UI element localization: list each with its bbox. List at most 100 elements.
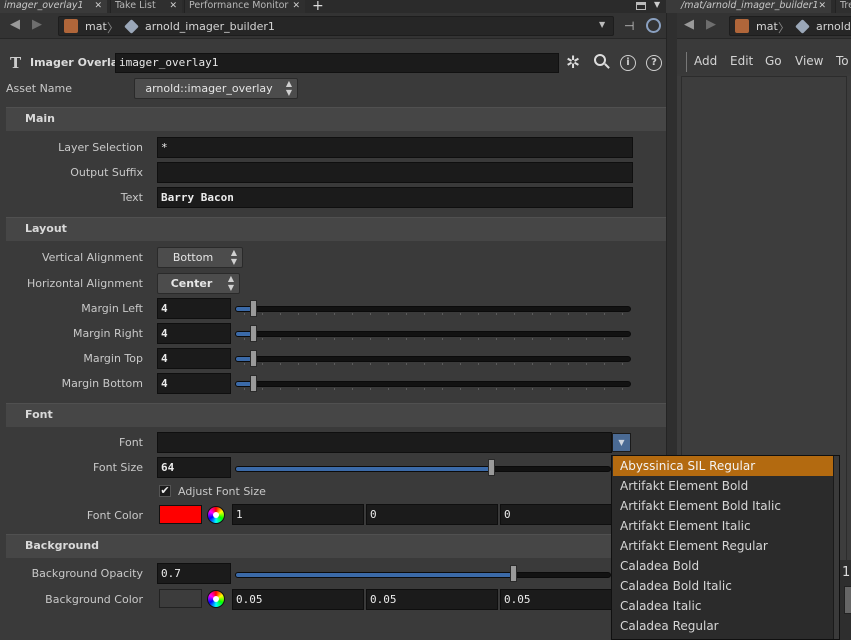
builder-node-icon <box>795 19 810 34</box>
slider-tick <box>352 388 353 390</box>
pin-icon[interactable]: ⊣ <box>624 19 634 33</box>
slider-tick <box>262 338 263 340</box>
slider-tick <box>604 338 605 340</box>
info-icon[interactable]: i <box>620 55 636 71</box>
margin-right-slider[interactable] <box>235 331 631 340</box>
color-wheel-icon[interactable] <box>207 590 225 608</box>
back-arrow-icon[interactable]: ◀ <box>8 18 22 32</box>
link-icon[interactable] <box>646 18 661 33</box>
background-opacity-slider[interactable] <box>235 572 611 578</box>
maximize-icon[interactable] <box>636 2 646 10</box>
font-option[interactable]: Artifakt Element Italic <box>613 516 833 536</box>
path-field[interactable]: mat 〉 arnold_imager_builder1 ▼ <box>58 16 614 36</box>
text-label: Text <box>120 191 143 204</box>
close-icon[interactable]: ✕ <box>292 0 300 12</box>
adjust-font-size-checkbox[interactable]: ✔ <box>159 485 171 497</box>
checkmark-icon: ✔ <box>160 484 170 497</box>
font-color-b-field[interactable]: 0 <box>500 504 612 525</box>
slider-tick <box>550 313 551 315</box>
font-option[interactable]: Artifakt Element Regular <box>613 536 833 556</box>
font-size-slider[interactable] <box>235 466 611 472</box>
margin-left-field[interactable]: 4 <box>157 298 231 319</box>
path-crumb-mat[interactable]: mat <box>756 19 778 35</box>
font-option[interactable]: Artifakt Element Bold Italic <box>613 496 833 516</box>
font-option[interactable]: Caladea Italic <box>613 596 833 616</box>
tab-take-list[interactable]: Take List ✕ <box>110 0 182 13</box>
tab-tree[interactable]: Tre <box>835 0 851 13</box>
menu-add[interactable]: Add <box>694 54 717 68</box>
horizontal-alignment-dropdown[interactable]: Center ▲ ▼ <box>157 273 240 294</box>
text-field[interactable]: Barry Bacon <box>157 187 633 208</box>
section-background-header[interactable]: Background <box>6 534 666 558</box>
margin-right-field[interactable]: 4 <box>157 323 231 344</box>
up-down-icon: ▲ ▼ <box>227 274 235 292</box>
background-color-r-field[interactable]: 0.05 <box>232 589 364 610</box>
font-color-swatch[interactable] <box>159 505 202 524</box>
margin-right-slider-handle[interactable] <box>250 325 257 342</box>
help-icon[interactable]: ? <box>646 55 662 71</box>
font-size-label: Font Size <box>92 461 143 474</box>
background-opacity-field[interactable]: 0.7 <box>157 563 231 584</box>
material-icon <box>735 19 749 33</box>
font-option[interactable]: Caladea Bold <box>613 556 833 576</box>
path-crumb-builder[interactable]: arnold <box>816 19 851 35</box>
gear-icon[interactable]: ✲ <box>566 53 580 73</box>
output-suffix-field[interactable] <box>157 162 633 183</box>
asset-name-dropdown[interactable]: arnold::imager_overlay ▲ ▼ <box>134 78 298 99</box>
forward-arrow-icon[interactable]: ▶ <box>704 18 718 32</box>
font-option[interactable]: Abyssinica SIL Regular <box>613 456 833 476</box>
close-icon[interactable]: ✕ <box>818 0 826 12</box>
slider-tick <box>406 388 407 390</box>
font-size-field[interactable]: 64 <box>157 457 231 478</box>
font-option[interactable]: Caladea Regular <box>613 616 833 636</box>
margin-bottom-slider-handle[interactable] <box>250 375 257 392</box>
section-font-header[interactable]: Font <box>6 403 666 427</box>
close-icon[interactable]: ✕ <box>94 0 102 12</box>
right-path-field[interactable]: mat 〉 arnold <box>729 16 851 36</box>
menu-go[interactable]: Go <box>765 54 782 68</box>
forward-arrow-icon[interactable]: ▶ <box>30 18 44 32</box>
tab-network-path[interactable]: /mat/arnold_imager_builder1 ✕ <box>677 0 831 13</box>
color-wheel-icon[interactable] <box>207 506 225 524</box>
add-tab-icon[interactable]: + <box>312 0 324 14</box>
path-separator: 〉 <box>107 21 120 35</box>
tab-performance-monitor[interactable]: Performance Monitor ✕ <box>184 0 305 13</box>
background-opacity-slider-handle[interactable] <box>510 565 517 582</box>
background-color-swatch[interactable] <box>159 589 202 608</box>
menu-tools[interactable]: To <box>836 54 849 68</box>
slider-tick <box>568 388 569 390</box>
margin-bottom-field[interactable]: 4 <box>157 373 231 394</box>
margin-left-slider[interactable] <box>235 306 631 315</box>
font-color-r-field[interactable]: 1 <box>232 504 364 525</box>
section-layout-header[interactable]: Layout <box>6 217 666 241</box>
tab-imager-overlay[interactable]: imager_overlay1 ✕ <box>0 0 107 13</box>
menu-view[interactable]: View <box>795 54 823 68</box>
node-name-field[interactable]: imager_overlay1 <box>115 53 559 73</box>
margin-top-field[interactable]: 4 <box>157 348 231 369</box>
menu-edit[interactable]: Edit <box>730 54 753 68</box>
background-color-g-field[interactable]: 0.05 <box>366 589 498 610</box>
vertical-alignment-dropdown[interactable]: Bottom ▲ ▼ <box>157 247 243 268</box>
close-icon[interactable]: ✕ <box>169 0 177 12</box>
slider-tick <box>370 363 371 365</box>
font-option[interactable]: Artifakt Element Bold <box>613 476 833 496</box>
background-color-b-field[interactable]: 0.05 <box>500 589 612 610</box>
font-option[interactable]: Caladea Bold Italic <box>613 576 833 596</box>
margin-left-slider-handle[interactable] <box>250 300 257 317</box>
font-menu-button[interactable]: ▼ <box>612 433 631 452</box>
font-dropdown-list[interactable]: Abyssinica SIL Regular Artifakt Element B… <box>611 455 840 640</box>
margin-top-slider[interactable] <box>235 356 631 365</box>
font-size-slider-handle[interactable] <box>488 459 495 476</box>
path-crumb-builder[interactable]: arnold_imager_builder1 <box>145 19 275 35</box>
path-crumb-mat[interactable]: mat <box>85 19 107 35</box>
section-main-header[interactable]: Main <box>6 107 666 131</box>
font-color-g-field[interactable]: 0 <box>366 504 498 525</box>
chevron-down-icon[interactable]: ▼ <box>654 0 660 9</box>
layer-selection-field[interactable]: * <box>157 137 633 158</box>
font-list-scrollbar[interactable] <box>833 456 839 639</box>
font-field[interactable] <box>157 432 612 453</box>
margin-bottom-slider[interactable] <box>235 381 631 390</box>
chevron-down-icon[interactable]: ▼ <box>599 20 605 29</box>
back-arrow-icon[interactable]: ◀ <box>682 18 696 32</box>
margin-top-slider-handle[interactable] <box>250 350 257 367</box>
